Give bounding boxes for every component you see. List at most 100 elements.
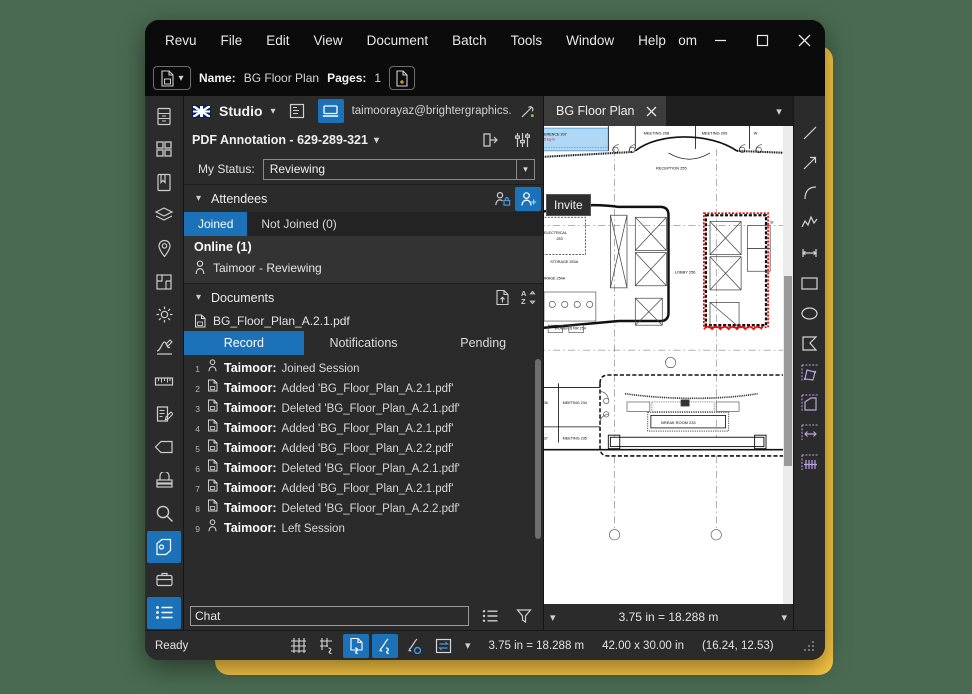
upload-document-button[interactable] [489,286,515,310]
my-status-select[interactable]: Reviewing ▾ [262,158,535,180]
menu-item-batch[interactable]: Batch [440,29,499,52]
menu-item-view[interactable]: View [302,29,355,52]
table-row[interactable]: 3 Taimoor: Deleted 'BG_Floor_Plan_A.2.1.… [184,397,543,417]
polygon-tool-icon[interactable] [796,328,824,358]
toolbox-icon[interactable] [147,564,181,596]
list-item[interactable]: BG_Floor_Plan_A.2.1.pdf [184,311,543,331]
table-row[interactable]: 8 Taimoor: Deleted 'BG_Floor_Plan_A.2.2.… [184,497,543,517]
gear-icon[interactable] [147,299,181,331]
studio-list-icon[interactable] [147,596,181,629]
menu-item-window[interactable]: Window [554,29,626,52]
record-log[interactable]: 1 Taimoor: Joined Session 2 Taimoor: Add… [184,355,543,602]
viewer-scrollbar-thumb[interactable] [784,276,792,466]
collapse-chevron-icon[interactable]: ▾ [196,193,201,204]
chevron-down-icon[interactable]: ▾ [765,96,793,126]
sort-az-button[interactable]: AZ [515,286,541,310]
studio-sessions-button[interactable] [284,99,310,123]
chat-list-button[interactable] [477,604,503,628]
pdf-canvas[interactable]: ERENCE 207 5 sq m MEETING 208 MEETING 20… [544,126,793,604]
tab-record[interactable]: Record [184,331,304,355]
search-icon[interactable] [147,498,181,530]
ortho-snap-icon[interactable] [401,634,427,658]
dimension-tool-icon[interactable] [796,238,824,268]
ellipse-tool-icon[interactable] [796,298,824,328]
menu-item-zoom-truncated[interactable]: Zoom [678,29,699,52]
menu-item-document[interactable]: Document [355,29,441,52]
model-3d-icon[interactable] [147,530,181,563]
leave-session-button[interactable] [477,128,503,152]
invite-attendee-button[interactable] [515,186,541,211]
tab-notifications[interactable]: Notifications [304,331,424,355]
record-scrollbar-thumb[interactable] [535,359,541,539]
thumbnails-icon[interactable] [147,100,181,132]
tab-joined[interactable]: Joined [184,212,248,236]
sync-views-icon[interactable] [430,634,456,658]
floorplan-icon[interactable] [147,266,181,298]
measure-area-icon[interactable] [796,358,824,388]
menu-item-help[interactable]: Help [626,29,678,52]
chevron-down-icon[interactable]: ▾ [516,159,534,179]
menu-item-revu[interactable]: Revu [153,29,209,52]
link-status-icon[interactable] [520,104,535,119]
table-row[interactable]: 4 Taimoor: Added 'BG_Floor_Plan_A.2.1.pd… [184,417,543,437]
measure-ruler-icon[interactable] [147,365,181,397]
list-item[interactable]: Taimoor - Reviewing [184,258,543,277]
arrow-tool-icon[interactable] [796,148,824,178]
close-icon[interactable] [645,105,658,118]
signature-icon[interactable] [147,332,181,364]
line-tool-icon[interactable] [796,118,824,148]
scale-prev-icon[interactable]: ▾ [550,611,556,624]
table-row[interactable]: 6 Taimoor: Deleted 'BG_Floor_Plan_A.2.1.… [184,457,543,477]
studio-projects-button[interactable] [317,99,344,123]
snap-to-geometry-icon[interactable] [372,633,398,658]
grid-snap-icon[interactable] [285,634,311,658]
session-settings-button[interactable] [509,128,535,152]
grid-icon[interactable] [147,133,181,165]
rectangle-tool-icon[interactable] [796,268,824,298]
collapse-chevron-icon[interactable]: ▾ [196,292,201,303]
viewer-scrollbar[interactable] [783,126,793,604]
maximize-button[interactable] [741,20,783,60]
arc-tool-icon[interactable] [796,178,824,208]
filter-button[interactable] [511,604,537,628]
snap-to-content-icon[interactable] [314,634,340,658]
chevron-down-icon[interactable]: ▾ [465,639,471,652]
status-page-size: 42.00 x 30.00 in [602,639,684,652]
close-button[interactable] [783,20,825,60]
stamp-icon[interactable] [147,464,181,496]
table-row[interactable]: 7 Taimoor: Added 'BG_Floor_Plan_A.2.1.pd… [184,477,543,497]
minimize-button[interactable] [699,20,741,60]
uk-flag-icon [192,104,211,118]
studio-account-email[interactable]: taimoorayaz@brightergraphics.co… [352,105,512,117]
measure-length-icon[interactable] [796,418,824,448]
menu-item-tools[interactable]: Tools [499,29,555,52]
tab-not-joined[interactable]: Not Joined (0) [247,212,350,236]
markups-list-icon[interactable] [147,398,181,430]
table-row[interactable]: 1 Taimoor: Joined Session [184,357,543,377]
add-page-button[interactable] [389,66,416,90]
snap-to-markup-icon[interactable] [343,633,369,658]
menu-item-edit[interactable]: Edit [254,29,301,52]
chevron-down-icon[interactable]: ▾ [271,106,276,117]
resize-grip-icon[interactable] [803,639,815,652]
row-action: Added 'BG_Floor_Plan_A.2.1.pdf' [281,423,454,435]
document-tab[interactable]: BG Floor Plan [544,96,666,126]
attendee-permissions-button[interactable] [489,187,515,211]
measure-count-icon[interactable] [796,448,824,478]
menu-item-file[interactable]: File [209,29,255,52]
bookmarks-icon[interactable] [147,166,181,198]
layers-icon[interactable] [147,199,181,231]
scale-next-icon[interactable]: ▾ [781,611,787,624]
tab-pending[interactable]: Pending [423,331,543,355]
polyline-tool-icon[interactable] [796,208,824,238]
viewer-scale-value: 3.75 in = 18.288 m [618,610,719,624]
table-row[interactable]: 5 Taimoor: Added 'BG_Floor_Plan_A.2.2.pd… [184,437,543,457]
document-dropdown-button[interactable]: ▾ [153,66,191,90]
tag-icon[interactable] [147,431,181,463]
measure-volume-icon[interactable] [796,388,824,418]
chat-input[interactable] [190,606,469,626]
chevron-down-icon[interactable]: ▾ [374,135,379,146]
table-row[interactable]: 9 Taimoor: Left Session [184,517,543,537]
table-row[interactable]: 2 Taimoor: Added 'BG_Floor_Plan_A.2.1.pd… [184,377,543,397]
spaces-pin-icon[interactable] [147,233,181,265]
